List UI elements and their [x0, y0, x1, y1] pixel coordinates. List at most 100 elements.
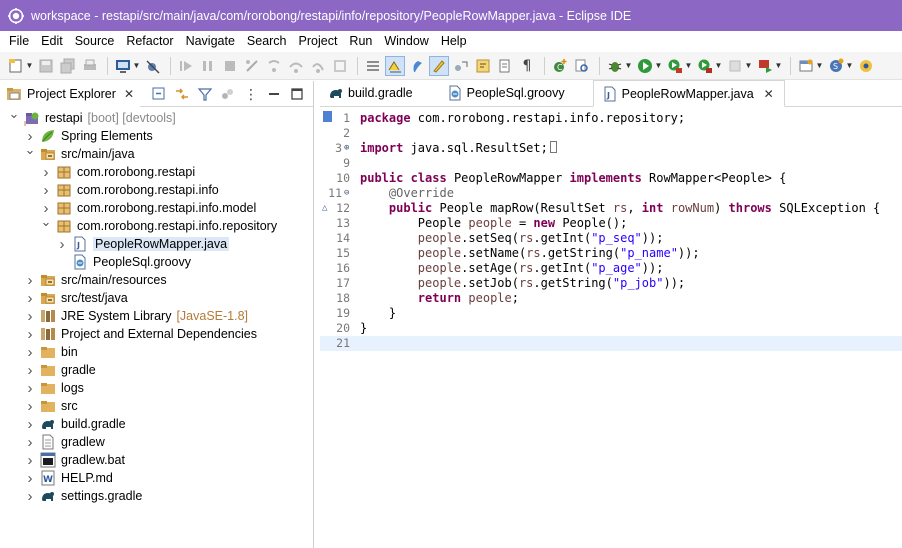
terminate-icon[interactable]	[220, 56, 240, 76]
code-line[interactable]: 10 public class PeopleRowMapper implement…	[320, 171, 902, 186]
menu-search[interactable]: Search	[241, 31, 293, 52]
tab-project-explorer[interactable]: Project Explorer ✕	[0, 80, 140, 107]
tree-item[interactable]: › settings.gradle	[0, 487, 313, 505]
filter-icon[interactable]	[195, 84, 215, 104]
code-line[interactable]: 1 package com.rorobong.restapi.info.repos…	[320, 111, 902, 126]
tree-item[interactable]: › Spring Elements	[0, 127, 313, 145]
menu-window[interactable]: Window	[378, 31, 434, 52]
terminal-icon[interactable]	[113, 56, 133, 76]
debug-dropdown-icon[interactable]: ▼	[625, 56, 633, 76]
tree-item[interactable]: › W HELP.md	[0, 469, 313, 487]
spring-tools-dropdown-icon[interactable]: ▼	[846, 56, 854, 76]
code-line[interactable]: 2	[320, 126, 902, 141]
chevron-right-icon[interactable]: ›	[24, 325, 36, 343]
stop-icon[interactable]	[725, 56, 745, 76]
menu-project[interactable]: Project	[293, 31, 344, 52]
chevron-right-icon[interactable]: ›	[40, 181, 52, 199]
open-task-icon[interactable]	[856, 56, 876, 76]
focus-on-task-icon[interactable]	[218, 84, 238, 104]
tree-item[interactable]: › src	[0, 397, 313, 415]
code-line[interactable]: 15 people.setName(rs.getString("p_name")…	[320, 246, 902, 261]
collapse-all-icon[interactable]	[149, 84, 169, 104]
run-icon[interactable]	[635, 56, 655, 76]
code-line[interactable]: 21	[320, 336, 902, 351]
menu-run[interactable]: Run	[343, 31, 378, 52]
code-line[interactable]: 16 people.setAge(rs.getInt("p_age"));	[320, 261, 902, 276]
step-into-icon[interactable]	[264, 56, 284, 76]
code-line[interactable]: 13 People people = new People();	[320, 216, 902, 231]
external-tools-icon[interactable]	[755, 56, 775, 76]
code-line[interactable]: 9	[320, 156, 902, 171]
tree-item[interactable]: › gradlew.bat	[0, 451, 313, 469]
minimize-icon[interactable]	[264, 84, 284, 104]
terminal-dropdown-icon[interactable]: ▼	[133, 56, 141, 76]
tree-item[interactable]: › com.rorobong.restapi	[0, 163, 313, 181]
maximize-icon[interactable]	[287, 84, 307, 104]
chevron-right-icon[interactable]: ›	[24, 289, 36, 307]
toggle-mark-occurrences-icon[interactable]	[385, 55, 405, 76]
code-line[interactable]: 20}	[320, 321, 902, 336]
external-tools-dropdown-icon[interactable]: ▼	[775, 56, 783, 76]
tree-item[interactable]: › src/main/resources	[0, 271, 313, 289]
step-over-icon[interactable]	[286, 56, 306, 76]
tree-item[interactable]: ⌄ com.rorobong.restapi.info.repository	[0, 215, 313, 235]
spring-tools-icon[interactable]: S	[826, 56, 846, 76]
override-marker-icon[interactable]: △	[322, 201, 327, 216]
chevron-right-icon[interactable]: ›	[24, 451, 36, 469]
editor-tab[interactable]: J PeopleRowMapper.java ✕	[592, 80, 785, 107]
resume-icon[interactable]	[176, 56, 196, 76]
tree-item[interactable]: › Project and External Dependencies	[0, 325, 313, 343]
chevron-right-icon[interactable]: ›	[40, 163, 52, 181]
disconnect-icon[interactable]	[242, 56, 262, 76]
tree-item[interactable]: ⌄ src/main/java	[0, 143, 313, 163]
collapse-fold-icon[interactable]: ⊖	[344, 186, 353, 201]
open-type-dropdown-icon[interactable]: ▼	[816, 56, 824, 76]
chevron-right-icon[interactable]: ›	[24, 343, 36, 361]
tree-item[interactable]: › src/test/java	[0, 289, 313, 307]
chevron-right-icon[interactable]: ›	[24, 271, 36, 289]
menu-source[interactable]: Source	[69, 31, 121, 52]
chevron-right-icon[interactable]: ›	[24, 379, 36, 397]
coverage-icon[interactable]	[665, 56, 685, 76]
link-with-editor-icon[interactable]	[172, 84, 192, 104]
drop-to-frame-icon[interactable]	[330, 56, 350, 76]
menu-refactor[interactable]: Refactor	[120, 31, 179, 52]
print-icon[interactable]	[80, 56, 100, 76]
editor-tab[interactable]: PeopleSql.groovy	[439, 80, 575, 106]
coverage-dropdown-icon[interactable]: ▼	[685, 56, 693, 76]
toggle-breadcrumb-icon[interactable]	[407, 56, 427, 76]
chevron-right-icon[interactable]: ›	[24, 361, 36, 379]
tree-item[interactable]: › gradlew	[0, 433, 313, 451]
run-last-tool-icon[interactable]	[695, 56, 715, 76]
chevron-right-icon[interactable]: ›	[24, 397, 36, 415]
menu-navigate[interactable]: Navigate	[180, 31, 241, 52]
chevron-right-icon[interactable]: ›	[24, 415, 36, 433]
word-wrap-icon[interactable]	[473, 56, 493, 76]
show-whitespace-icon[interactable]	[495, 56, 515, 76]
view-menu-icon[interactable]: ⋮	[241, 84, 261, 104]
open-type-icon[interactable]	[796, 56, 816, 76]
code-editor[interactable]: 1 package com.rorobong.restapi.info.repos…	[320, 107, 902, 547]
chevron-right-icon[interactable]: ›	[24, 469, 36, 487]
chevron-down-icon[interactable]: ⌄	[40, 215, 52, 235]
menu-file[interactable]: File	[3, 31, 35, 52]
tree-item[interactable]: › JRE System Library [JavaSE-1.8]	[0, 307, 313, 325]
search-file-icon[interactable]	[572, 56, 592, 76]
debug-icon[interactable]	[605, 56, 625, 76]
close-icon[interactable]: ✕	[124, 87, 134, 101]
tree-item[interactable]: › build.gradle	[0, 415, 313, 433]
run-dropdown-icon[interactable]: ▼	[655, 56, 663, 76]
code-line[interactable]: 19 }	[320, 306, 902, 321]
chevron-right-icon[interactable]: ›	[24, 487, 36, 505]
tree-item[interactable]: › logs	[0, 379, 313, 397]
save-all-icon[interactable]	[58, 56, 78, 76]
toggle-outline-icon[interactable]	[363, 56, 383, 76]
chevron-right-icon[interactable]: ›	[24, 433, 36, 451]
stop-dropdown-icon[interactable]: ▼	[745, 56, 753, 76]
skip-breakpoints-icon[interactable]	[143, 56, 163, 76]
step-return-icon[interactable]	[308, 56, 328, 76]
pilcrow-icon[interactable]: ¶	[517, 56, 537, 76]
new-wizard-icon[interactable]	[6, 56, 26, 76]
code-line[interactable]: 18 return people;	[320, 291, 902, 306]
block-selection-icon[interactable]	[451, 56, 471, 76]
